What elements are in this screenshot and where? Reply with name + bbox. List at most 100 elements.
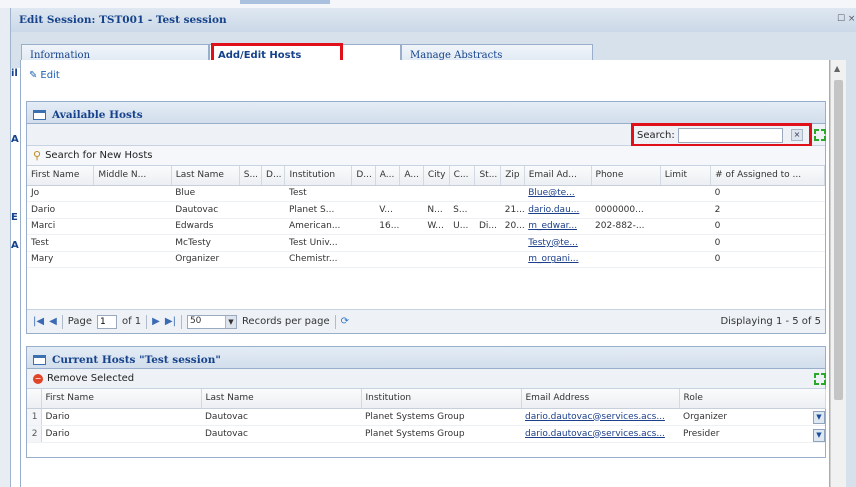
- current-hosts-title: Current Hosts "Test session": [52, 354, 221, 366]
- last-page-icon[interactable]: ▶|: [165, 316, 176, 327]
- current-hosts-grid: First Name Last Name Institution Email A…: [27, 389, 826, 443]
- prev-page-icon[interactable]: ◀: [49, 316, 57, 327]
- column-header[interactable]: Middle N...: [93, 166, 172, 186]
- column-header[interactable]: City: [423, 166, 450, 186]
- column-header[interactable]: Limit: [660, 166, 712, 186]
- table-cell: [375, 185, 400, 202]
- current-hosts-header: Current Hosts "Test session": [27, 347, 825, 369]
- table-cell: 0: [710, 251, 825, 268]
- current-hosts-toolbar: − Remove Selected: [27, 369, 826, 389]
- column-header[interactable]: C...: [449, 166, 476, 186]
- table-cell: W...: [423, 218, 450, 235]
- first-page-icon[interactable]: |◀: [33, 316, 44, 327]
- chevron-down-icon: ▼: [224, 315, 236, 328]
- scroll-thumb[interactable]: [834, 80, 843, 400]
- refresh-icon[interactable]: ⟳: [341, 316, 349, 327]
- clear-search-icon[interactable]: ×: [791, 129, 803, 141]
- table-cell: [423, 234, 450, 252]
- email-link[interactable]: m_edwar...: [524, 218, 592, 235]
- separator: [61, 314, 63, 329]
- table-cell: U...: [449, 218, 475, 235]
- table-cell: [351, 218, 376, 235]
- column-header[interactable]: Role: [679, 389, 826, 409]
- column-header[interactable]: Institution: [361, 389, 522, 409]
- email-link[interactable]: dario.dau...: [524, 201, 592, 219]
- email-link[interactable]: Blue@te...: [524, 185, 592, 202]
- column-header[interactable]: A...: [399, 166, 424, 186]
- column-header[interactable]: Last Name: [201, 389, 362, 409]
- panel-window-icon: [33, 355, 46, 365]
- table-cell: Dautovac: [201, 425, 361, 443]
- column-header[interactable]: St...: [474, 166, 502, 186]
- of-pages-label: of 1: [121, 316, 142, 327]
- column-header[interactable]: A...: [375, 166, 401, 186]
- page-size-value: 50: [189, 315, 202, 326]
- column-header[interactable]: Zip: [500, 166, 525, 186]
- records-per-page-label: Records per page: [241, 316, 330, 327]
- column-header[interactable]: First Name: [41, 389, 202, 409]
- table-cell: 0: [710, 185, 825, 202]
- table-cell: [239, 185, 262, 202]
- table-cell: Dario: [27, 201, 94, 219]
- scroll-up-icon[interactable]: ▲: [834, 64, 840, 73]
- table-row[interactable]: Jo Blue Test Blue@te... 0: [27, 185, 825, 202]
- table-cell: [261, 234, 285, 252]
- table-cell: [500, 185, 525, 202]
- remove-selected-button[interactable]: − Remove Selected: [33, 373, 134, 384]
- table-row[interactable]: Test McTesty Test Univ... Testy@te... 0: [27, 234, 825, 252]
- column-header[interactable]: Email Address: [521, 389, 680, 409]
- table-cell: [399, 185, 424, 202]
- email-link[interactable]: dario.dautovac@services.acs...: [521, 425, 679, 443]
- table-cell: [93, 201, 172, 219]
- expand-icon[interactable]: [814, 129, 826, 141]
- column-header[interactable]: D...: [351, 166, 376, 186]
- table-row[interactable]: 2 Dario Dautovac Planet Systems Group da…: [27, 425, 825, 443]
- column-header[interactable]: # of Assigned to ...: [710, 166, 825, 186]
- table-cell: Edwards: [171, 218, 240, 235]
- gutter-letter: il: [11, 68, 18, 79]
- column-header[interactable]: Last Name: [171, 166, 240, 186]
- gutter-letter: A: [11, 134, 19, 145]
- page-size-select[interactable]: 50 ▼: [186, 314, 237, 329]
- vertical-scrollbar[interactable]: ▲: [830, 60, 846, 487]
- column-header[interactable]: First Name: [27, 166, 95, 186]
- page-number-input[interactable]: [96, 314, 117, 329]
- next-page-icon[interactable]: ▶: [152, 316, 160, 327]
- edit-link[interactable]: ✎ Edit: [29, 70, 60, 81]
- search-area: Search:: [637, 124, 783, 146]
- search-new-hosts-button[interactable]: ⚲ Search for New Hosts: [33, 149, 153, 162]
- table-row[interactable]: Dario Dautovac Planet S... V... N... S... 21..…: [27, 201, 825, 219]
- table-cell: [261, 185, 285, 202]
- email-link[interactable]: dario.dautovac@services.acs...: [521, 408, 679, 426]
- window-controls-icon[interactable]: ☐ ×: [837, 14, 855, 24]
- email-link[interactable]: m_organi...: [524, 251, 592, 268]
- role-cell[interactable]: Organizer: [679, 408, 825, 426]
- email-link[interactable]: Testy@te...: [524, 234, 592, 252]
- role-cell[interactable]: Presider: [679, 425, 825, 443]
- table-row[interactable]: Mary Organizer Chemistr... m_organi... 0: [27, 251, 825, 268]
- table-cell: Planet Systems Group: [361, 408, 521, 426]
- column-header[interactable]: S...: [239, 166, 263, 186]
- table-cell: Dario: [41, 408, 201, 426]
- remove-icon: −: [33, 373, 43, 384]
- expand-icon[interactable]: [814, 373, 826, 385]
- table-cell: Blue: [171, 185, 240, 202]
- table-cell: [399, 201, 424, 219]
- page-label: Page: [67, 316, 92, 327]
- table-cell: [261, 218, 285, 235]
- column-header[interactable]: Phone: [591, 166, 661, 186]
- table-row[interactable]: Marci Edwards American... 16... W... U... Di..…: [27, 218, 825, 235]
- available-hosts-panel: Available Hosts Search: × ⚲ Search for N…: [26, 101, 826, 334]
- remove-selected-label: Remove Selected: [47, 373, 135, 384]
- role-dropdown-icon[interactable]: ▼: [813, 411, 825, 424]
- table-cell: Planet Systems Group: [361, 425, 521, 443]
- column-header[interactable]: D...: [261, 166, 286, 186]
- search-input[interactable]: [677, 127, 783, 143]
- role-dropdown-icon[interactable]: ▼: [813, 429, 825, 442]
- column-header[interactable]: Institution: [284, 166, 353, 186]
- table-cell: Jo: [27, 185, 94, 202]
- column-header[interactable]: Email Ad...: [524, 166, 592, 186]
- table-cell: [591, 185, 661, 202]
- table-row[interactable]: 1 Dario Dautovac Planet Systems Group da…: [27, 408, 825, 426]
- table-cell: [474, 234, 501, 252]
